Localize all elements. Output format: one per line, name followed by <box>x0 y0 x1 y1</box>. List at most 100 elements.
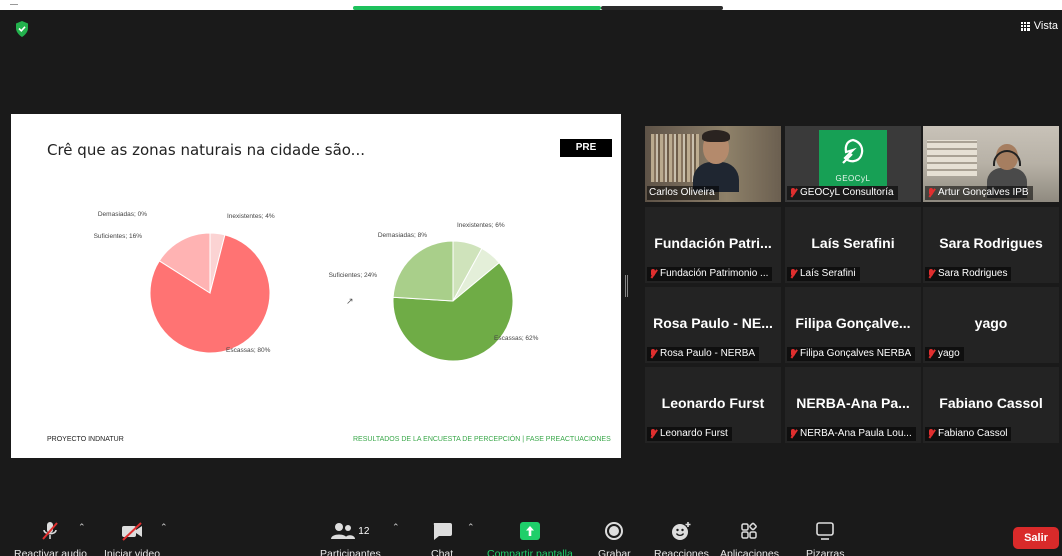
participant-label-text: Filipa Gonçalves NERBA <box>800 348 912 359</box>
apps-button[interactable]: Aplicaciones <box>720 520 779 556</box>
participant-label-text: Fabiano Cassol <box>938 428 1008 439</box>
view-label: Vista <box>1033 20 1058 32</box>
participant-name-label: Artur Gonçalves IPB <box>925 186 1033 200</box>
participants-label: Participantes <box>320 548 381 556</box>
share-screen-label: Compartir pantalla <box>487 548 573 556</box>
participant-label-text: Sara Rodrigues <box>938 268 1008 279</box>
participant-name-label: Carlos Oliveira <box>647 186 719 200</box>
participant-tile[interactable]: NERBA-Ana Pa... NERBA-Ana Paula Lou... <box>785 367 921 443</box>
participant-label-text: Rosa Paulo - NERBA <box>660 348 756 359</box>
window-dash <box>10 4 18 5</box>
video-options-chevron-icon[interactable]: ⌃ <box>160 522 168 533</box>
participants-button[interactable]: 12 Participantes <box>320 520 381 556</box>
participant-display-name: Rosa Paulo - NE... <box>653 315 773 331</box>
participant-tile[interactable]: Laís Serafini Laís Serafini <box>785 207 921 283</box>
mic-muted-icon <box>927 349 935 359</box>
pie-data-label: Suficientes; 24% <box>329 272 378 279</box>
participant-name-label: Fabiano Cassol <box>925 427 1012 441</box>
pie-data-label: Demasiadas; 8% <box>378 232 427 239</box>
mic-muted-icon <box>927 188 935 198</box>
mic-muted-icon <box>789 269 797 279</box>
participant-display-name: Fabiano Cassol <box>939 395 1043 411</box>
record-button[interactable]: Grabar <box>598 520 631 556</box>
participants-count: 12 <box>358 525 370 537</box>
participant-name-label: Filipa Gonçalves NERBA <box>787 347 916 361</box>
reactions-button[interactable]: Reacciones <box>654 520 709 556</box>
shared-slide: Crê que as zonas naturais na cidade são.… <box>11 114 621 458</box>
chat-button[interactable]: Chat <box>431 520 453 556</box>
panel-resize-handle[interactable] <box>625 275 628 297</box>
chat-label: Chat <box>431 548 454 556</box>
sharing-indicator-bar[interactable] <box>353 6 601 10</box>
grid-icon <box>1020 21 1030 31</box>
leave-button[interactable]: Salir <box>1013 527 1059 549</box>
mouse-cursor-icon: ↗ <box>346 296 354 306</box>
mic-muted-icon <box>789 188 797 198</box>
participant-label-text: yago <box>938 348 960 359</box>
share-screen-icon <box>519 522 540 540</box>
pie-slice-suficientes <box>392 240 454 302</box>
leaf-logo-icon <box>842 138 864 164</box>
participant-name-label: yago <box>925 347 964 361</box>
participant-name-label: NERBA-Ana Paula Lou... <box>787 427 916 441</box>
shelf-image <box>927 140 977 176</box>
participant-display-name: Laís Serafini <box>811 235 895 251</box>
participants-options-chevron-icon[interactable]: ⌃ <box>392 522 400 533</box>
mic-muted-icon <box>927 269 935 279</box>
participant-display-name: Sara Rodrigues <box>939 235 1043 251</box>
mic-muted-icon <box>42 522 59 540</box>
mic-muted-icon <box>789 349 797 359</box>
participant-tile[interactable]: Leonardo Furst Leonardo Furst <box>645 367 781 443</box>
start-video-label: Iniciar video <box>104 548 161 556</box>
participant-tile[interactable]: Fabiano Cassol Fabiano Cassol <box>923 367 1059 443</box>
whiteboards-label: Pizarras <box>806 548 845 556</box>
participant-display-name: NERBA-Ana Pa... <box>796 395 910 411</box>
participant-tile[interactable]: Artur Gonçalves IPB <box>923 126 1059 202</box>
participant-tile[interactable]: Carlos Oliveira <box>645 126 781 202</box>
participant-tile[interactable]: GEOCyL GEOCyL Consultoría <box>785 126 921 202</box>
reactions-label: Reacciones <box>654 548 709 556</box>
participant-tile[interactable]: Rosa Paulo - NE... Rosa Paulo - NERBA <box>645 287 781 363</box>
unmute-label: Reactivar audio <box>14 548 87 556</box>
chat-options-chevron-icon[interactable]: ⌃ <box>467 522 475 533</box>
participants-icon <box>331 523 356 539</box>
sharing-indicator-tail <box>601 6 723 10</box>
participant-label-text: Laís Serafini <box>800 268 856 279</box>
participant-tile[interactable]: Sara Rodrigues Sara Rodrigues <box>923 207 1059 283</box>
view-button[interactable]: Vista <box>1020 20 1058 32</box>
share-screen-button[interactable]: Compartir pantalla <box>487 520 573 556</box>
pie-data-label: Inexistentes; 6% <box>457 222 505 229</box>
slide-footer-left: PROYECTO INDNATUR <box>47 436 124 443</box>
apps-label: Aplicaciones <box>720 548 779 556</box>
participant-label-text: Fundación Patrimonio ... <box>660 268 769 279</box>
mic-muted-icon <box>649 349 657 359</box>
participant-tile[interactable]: Fundación Patri... Fundación Patrimonio .… <box>645 207 781 283</box>
pie-charts: Demasiadas; 0% Inexistentes; 4% Escassas; … <box>94 211 539 362</box>
whiteboard-icon <box>816 522 835 540</box>
participant-label-text: Leonardo Furst <box>660 428 728 439</box>
record-icon <box>605 522 624 540</box>
whiteboards-button[interactable]: Pizarras <box>806 520 845 556</box>
shield-icon[interactable] <box>14 20 30 38</box>
record-label: Grabar <box>598 548 631 556</box>
slide-footer-right: RESULTADOS DE LA ENCUESTA DE PERCEPCIÓN … <box>353 436 611 443</box>
participant-tile[interactable]: yago yago <box>923 287 1059 363</box>
mic-muted-icon <box>649 429 657 439</box>
participant-label-text: NERBA-Ana Paula Lou... <box>800 428 912 439</box>
mic-muted-icon <box>649 269 657 279</box>
participant-name-label: Fundación Patrimonio ... <box>647 267 773 281</box>
audio-options-chevron-icon[interactable]: ⌃ <box>78 522 86 533</box>
mic-muted-icon <box>789 429 797 439</box>
participant-display-name: Fundación Patri... <box>654 235 772 251</box>
geocyl-logo-text: GEOCyL <box>835 174 871 183</box>
participant-label-text: Carlos Oliveira <box>649 187 715 198</box>
participant-name-label: Laís Serafini <box>787 267 860 281</box>
participant-name-label: Sara Rodrigues <box>925 267 1012 281</box>
participant-name-label: GEOCyL Consultoría <box>787 186 898 200</box>
participant-tile[interactable]: Filipa Gonçalve... Filipa Gonçalves NERBA <box>785 287 921 363</box>
video-off-icon <box>122 522 143 541</box>
participant-video-person <box>693 130 739 192</box>
participant-label-text: Artur Gonçalves IPB <box>938 187 1029 198</box>
unmute-button[interactable]: Reactivar audio <box>14 520 87 556</box>
start-video-button[interactable]: Iniciar video <box>104 520 160 556</box>
